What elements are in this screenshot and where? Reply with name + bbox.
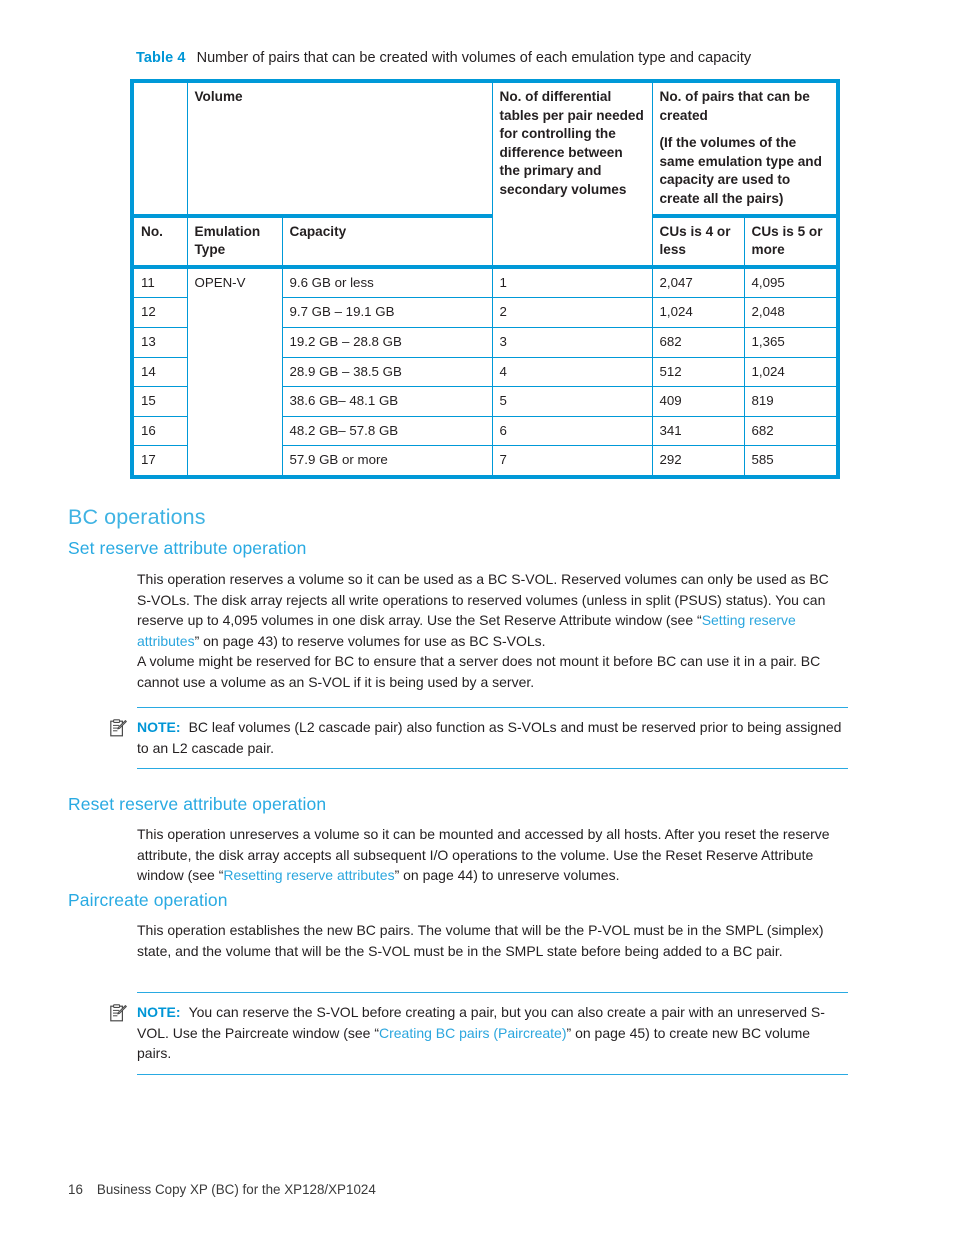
cell-cus5: 2,048 [743,297,839,328]
cell-cus4: 292 [651,445,745,478]
paragraph-text-part-b: ” on page 43) to reserve volumes for use… [194,632,546,649]
cell-cus5: 1,365 [743,326,839,358]
cell-no: 12 [131,297,188,328]
note-block-2: NOTE: You can reserve the S-VOL before cr… [110,992,848,1075]
paragraph-set-reserve-1: This operation reserves a volume so it c… [137,569,843,651]
table-caption-label: Table 4 [136,50,186,66]
cell-cus4: 2,047 [651,266,745,299]
cell-cus5: 4,095 [743,266,839,299]
cell-differential: 7 [491,445,653,478]
cell-cus4: 1,024 [651,297,745,328]
heading-set-reserve-attribute-operation: Set reserve attribute operation [68,538,307,558]
cell-capacity: 19.2 GB – 28.8 GB [281,326,493,358]
paragraph-paircreate: This operation establishes the new BC pa… [137,922,824,959]
cell-cus5: 1,024 [743,356,839,388]
table-row: 11 OPEN-V 9.6 GB or less 1 2,047 4,095 [131,266,839,478]
cell-cus4: 512 [651,356,745,388]
paragraph-reset-reserve: This operation unreserves a volume so it… [137,824,843,886]
cell-cus4: 341 [651,415,745,447]
header-cell-volume: Volume [186,80,493,218]
cell-no: 16 [131,415,188,447]
cell-differential: 5 [491,386,653,417]
cell-capacity: 57.9 GB or more [281,445,493,478]
cell-emulation-type: OPEN-V [186,266,283,478]
heading-reset-reserve-attribute-operation: Reset reserve attribute operation [68,794,327,814]
table-header-row-1: Volume No. of differential tables per pa… [131,80,839,269]
note-block-1: NOTE: BC leaf volumes (L2 cascade pair) a… [110,707,848,769]
cell-no: 13 [131,326,188,358]
header-cell-emulation-type: Emulation Type [186,215,283,269]
note-label: NOTE: [137,1004,181,1020]
note-rule-bottom [137,1073,848,1075]
note-clipboard-pencil-icon [110,719,127,737]
link-creating-bc-pairs-paircreate[interactable]: Creating BC pairs (Paircreate) [379,1025,567,1041]
footer-page-number: 16 [68,1182,83,1197]
cell-capacity: 38.6 GB– 48.1 GB [281,386,493,417]
heading-paircreate-operation: Paircreate operation [68,890,228,910]
paragraph-text-part-b: ” on page 44) to unreserve volumes. [394,867,620,883]
header-cell-blank [131,80,188,218]
cell-cus5: 819 [743,386,839,417]
cell-capacity: 9.6 GB or less [281,266,493,299]
cell-no: 11 [131,266,188,299]
page-footer: 16 Business Copy XP (BC) for the XP128/XP… [68,1181,376,1199]
header-spacer [660,125,830,134]
emulation-capacity-table-wrapper: Volume No. of differential tables per pa… [130,79,841,479]
cell-differential: 4 [491,356,653,388]
cell-no: 15 [131,386,188,417]
note-text: NOTE: BC leaf volumes (L2 cascade pair) a… [137,719,841,756]
cell-no: 14 [131,356,188,388]
document-page: Table 4 Number of pairs that can be creat… [0,0,954,1235]
cell-cus4: 682 [651,326,745,358]
cell-cus4: 409 [651,386,745,417]
cell-capacity: 48.2 GB– 57.8 GB [281,415,493,447]
cell-cus5: 682 [743,415,839,447]
header-pairs-sub: (If the volumes of the same emulation ty… [659,135,822,206]
table-caption-text: Number of pairs that can be created with… [196,50,752,66]
header-cell-differential-tables: No. of differential tables per pair need… [491,80,653,269]
note-content: BC leaf volumes (L2 cascade pair) also f… [137,719,842,756]
paragraph-set-reserve-2: A volume might be reserved for BC to ens… [137,653,821,690]
header-cell-cus-5-or-more: CUs is 5 or more [743,215,839,269]
header-cell-pairs-created: No. of pairs that can be created (If the… [651,80,839,218]
note-text: NOTE: You can reserve the S-VOL before cr… [137,1004,825,1061]
note-rule-bottom [137,768,848,769]
table-caption: Table 4 Number of pairs that can be creat… [136,48,751,68]
note-body: NOTE: BC leaf volumes (L2 cascade pair) a… [110,708,848,768]
cell-capacity: 28.9 GB – 38.5 GB [281,356,493,388]
header-cell-cus-4-or-less: CUs is 4 or less [651,215,745,269]
note-body: NOTE: You can reserve the S-VOL before cr… [110,993,848,1074]
cell-differential: 2 [491,297,653,328]
cell-differential: 1 [491,266,653,299]
header-pairs-main: No. of pairs that can be created [659,89,810,123]
table-header-row-2: No. Emulation Type Capacity CUs is 4 or … [131,215,839,269]
note-clipboard-pencil-icon [110,1004,127,1022]
footer-document-title: Business Copy XP (BC) for the XP128/XP10… [96,1182,376,1197]
page-title-bc-operations: BC operations [68,505,206,529]
emulation-capacity-table: Volume No. of differential tables per pa… [130,79,841,479]
cell-differential: 6 [491,415,653,447]
link-resetting-reserve-attributes[interactable]: Resetting reserve attributes [223,867,394,883]
cell-capacity: 9.7 GB – 19.1 GB [281,297,493,328]
cell-no: 17 [131,445,188,478]
header-cell-capacity: Capacity [281,215,493,269]
note-label: NOTE: [137,719,181,735]
header-cell-no: No. [131,215,188,269]
cell-differential: 3 [491,326,653,358]
cell-cus5: 585 [743,445,839,478]
